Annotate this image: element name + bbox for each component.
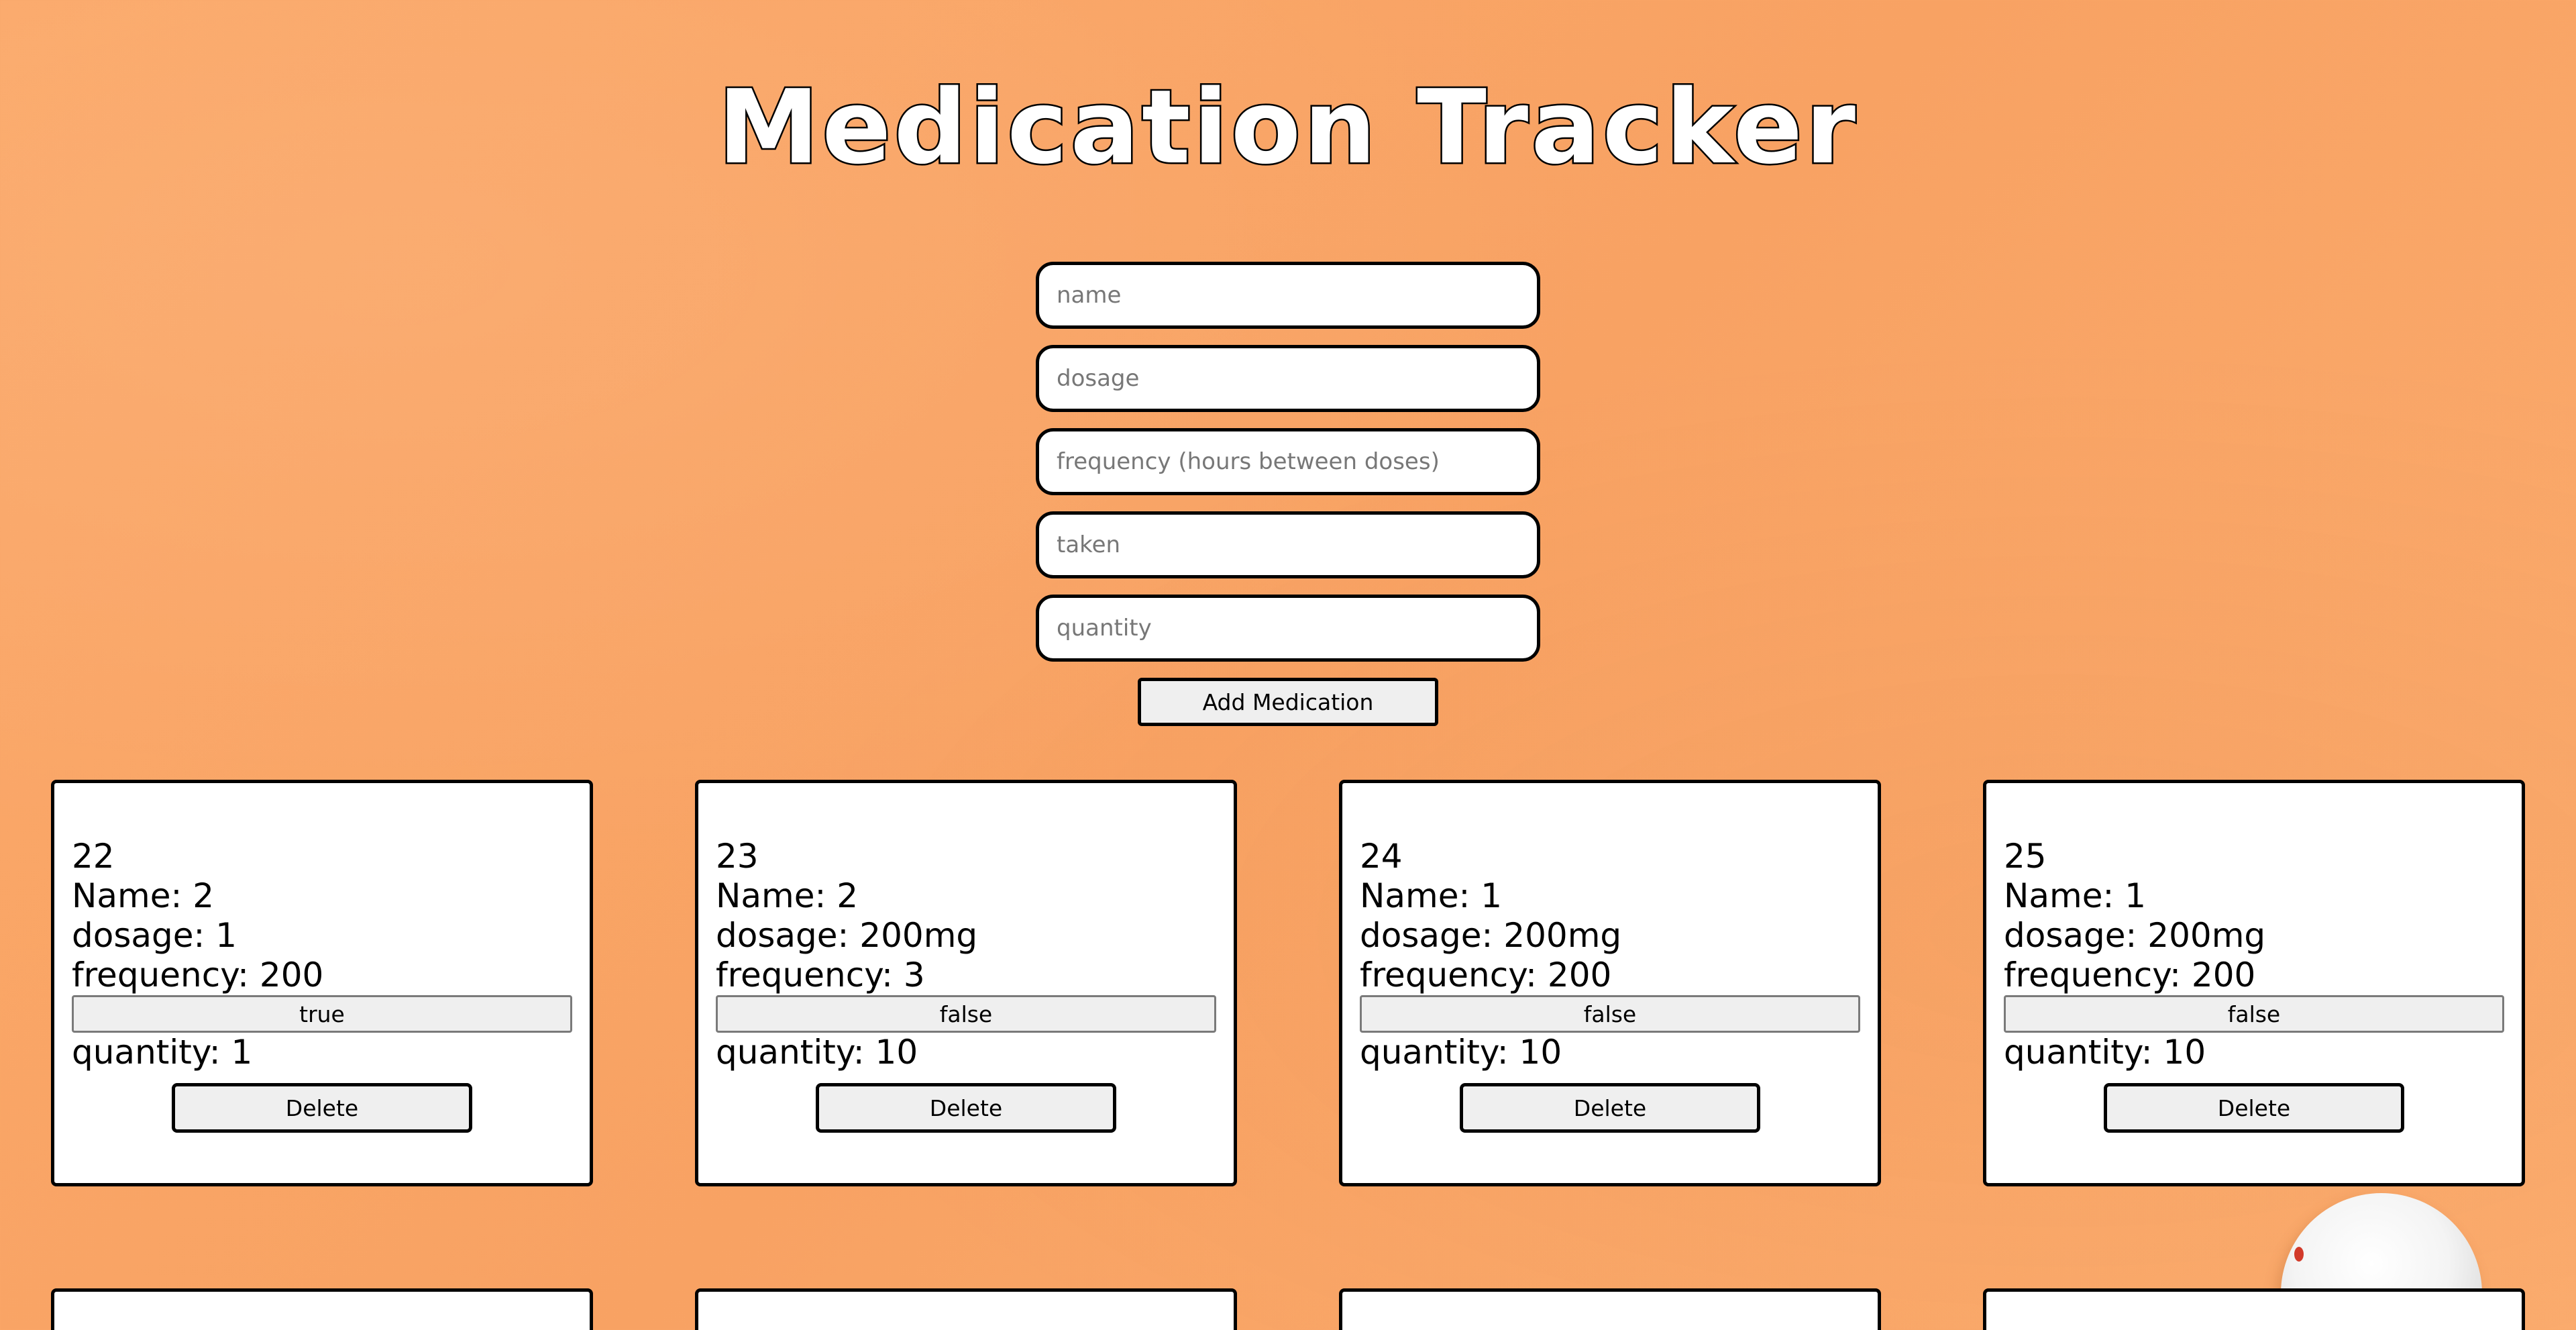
- taken-input[interactable]: [1036, 511, 1540, 578]
- medication-id: 24: [1360, 837, 1403, 876]
- medication-card: 25 Name: 1 dosage: 200mg frequency: 200 …: [1983, 780, 2525, 1186]
- medication-card: 23 Name: 2 dosage: 200mg frequency: 3 fa…: [695, 780, 1237, 1186]
- page: Medication Tracker Add Medication 22 Nam…: [0, 0, 2576, 1330]
- page-title: Medication Tracker: [716, 66, 1858, 189]
- delete-button[interactable]: Delete: [172, 1083, 472, 1133]
- decorative-pill-mark: [2294, 1247, 2304, 1262]
- medication-name: Name: 2: [716, 876, 859, 915]
- medication-frequency: frequency: 200: [1360, 956, 1612, 994]
- quantity-input[interactable]: [1036, 595, 1540, 662]
- medication-id: 23: [716, 837, 759, 876]
- medication-id: 22: [72, 837, 115, 876]
- delete-button[interactable]: Delete: [2104, 1083, 2404, 1133]
- frequency-input[interactable]: [1036, 428, 1540, 495]
- medication-dosage: dosage: 200mg: [1360, 916, 1622, 955]
- medication-card-partial: [51, 1288, 593, 1330]
- medication-name: Name: 2: [72, 876, 215, 915]
- add-medication-form: [1036, 262, 1540, 678]
- add-medication-button[interactable]: Add Medication: [1138, 678, 1438, 726]
- medication-id: 25: [2004, 837, 2047, 876]
- medication-card-partial: [1339, 1288, 1881, 1330]
- medication-card-partial: [695, 1288, 1237, 1330]
- taken-toggle-button[interactable]: true: [72, 995, 572, 1033]
- medication-frequency: frequency: 200: [2004, 956, 2256, 994]
- medication-name: Name: 1: [1360, 876, 1503, 915]
- taken-toggle-button[interactable]: false: [1360, 995, 1860, 1033]
- medication-quantity: quantity: 10: [2004, 1033, 2206, 1072]
- medication-frequency: frequency: 200: [72, 956, 324, 994]
- medication-dosage: dosage: 200mg: [2004, 916, 2266, 955]
- dosage-input[interactable]: [1036, 345, 1540, 412]
- medication-card: 22 Name: 2 dosage: 1 frequency: 200 true…: [51, 780, 593, 1186]
- medication-dosage: dosage: 200mg: [716, 916, 978, 955]
- medication-quantity: quantity: 10: [1360, 1033, 1562, 1072]
- medication-frequency: frequency: 3: [716, 956, 925, 994]
- delete-button[interactable]: Delete: [816, 1083, 1116, 1133]
- medication-quantity: quantity: 10: [716, 1033, 918, 1072]
- medication-name: Name: 1: [2004, 876, 2147, 915]
- medication-card: 24 Name: 1 dosage: 200mg frequency: 200 …: [1339, 780, 1881, 1186]
- taken-toggle-button[interactable]: false: [2004, 995, 2504, 1033]
- medication-dosage: dosage: 1: [72, 916, 237, 955]
- delete-button[interactable]: Delete: [1460, 1083, 1760, 1133]
- medication-card-partial: [1983, 1288, 2525, 1330]
- name-input[interactable]: [1036, 262, 1540, 329]
- medication-quantity: quantity: 1: [72, 1033, 253, 1072]
- taken-toggle-button[interactable]: false: [716, 995, 1216, 1033]
